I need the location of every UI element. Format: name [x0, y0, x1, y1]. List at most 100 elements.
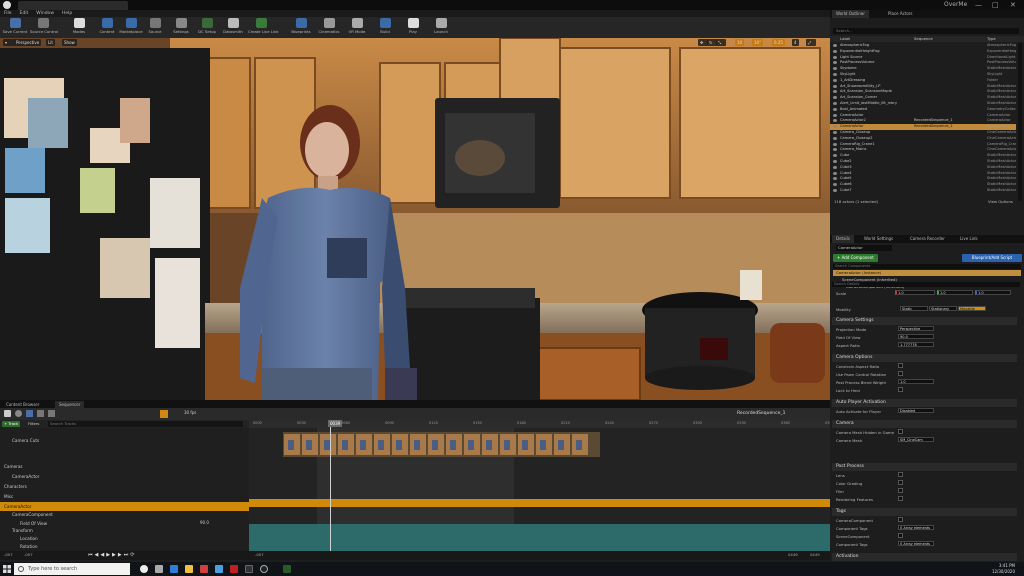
store-icon[interactable]	[215, 565, 223, 573]
maximize-button[interactable]: □	[992, 0, 999, 10]
view-start-frame[interactable]: -007	[4, 552, 13, 557]
tab-world-settings[interactable]: World Settings	[860, 235, 897, 243]
toolbar-button-gear[interactable]: Settings	[168, 18, 194, 37]
settings-icon[interactable]	[48, 410, 55, 417]
visibility-eye-icon[interactable]	[833, 113, 837, 117]
toolbar-button-play[interactable]: Play	[400, 18, 426, 37]
toolbar-button-source-control[interactable]: Source Control	[30, 18, 58, 37]
lit-button[interactable]: Lit	[46, 39, 55, 46]
add-component-button[interactable]: + Add Component	[833, 254, 878, 262]
outliner-row[interactable]: Art_ShowroomKitty_LP StaticMeshActor	[830, 84, 1016, 90]
playback-start-frame[interactable]: -007	[24, 552, 33, 557]
outliner-search-input[interactable]: Search...	[833, 28, 1019, 34]
timeline-start-frame[interactable]: -007	[255, 552, 264, 557]
close-button[interactable]: ✕	[1010, 0, 1016, 10]
toolbar-button-launch[interactable]: Launch	[428, 18, 454, 37]
toolbar-button-marketplace[interactable]: Marketplace	[118, 18, 144, 37]
visibility-eye-icon[interactable]	[833, 84, 837, 88]
details-section-header[interactable]: Post Process	[832, 463, 1017, 471]
component-root[interactable]: CameraActor (Instance)	[833, 270, 1021, 276]
render-movie-icon[interactable]	[26, 410, 33, 417]
property-value[interactable]: 0 Array elements	[898, 541, 934, 546]
search-tracks-input[interactable]: Search Tracks	[48, 421, 243, 427]
edge-icon[interactable]	[170, 565, 178, 573]
visibility-eye-icon[interactable]	[833, 61, 837, 65]
cortana-icon[interactable]	[140, 565, 148, 573]
outliner-scrollbar[interactable]	[1018, 43, 1022, 201]
view-options-button[interactable]: View Options	[988, 199, 1013, 204]
outliner-row[interactable]: 1_ArtDressing Folder	[830, 78, 1016, 84]
visibility-eye-icon[interactable]	[833, 96, 837, 100]
outliner-row[interactable]: ExponentialHeightFog ExponentialHeightFog	[830, 49, 1016, 55]
scale-y-field[interactable]: 1.0	[937, 290, 973, 295]
scale-icon[interactable]: ⤡	[716, 39, 726, 46]
property-checkbox[interactable]	[898, 363, 903, 368]
toolbar-button-content[interactable]: Content	[94, 18, 120, 37]
toolbar-button-cinematics[interactable]: Cinematics	[316, 18, 342, 37]
property-value[interactable]: 0 Array elements	[898, 525, 934, 530]
outliner-row[interactable]: Cube5 StaticMeshActor	[830, 176, 1016, 182]
property-value[interactable]: 1.777778	[898, 342, 934, 347]
visibility-eye-icon[interactable]	[833, 119, 837, 123]
chrome-icon[interactable]	[200, 565, 208, 573]
property-checkbox[interactable]	[898, 533, 903, 538]
property-checkbox[interactable]	[898, 472, 903, 477]
taskbar-search-input[interactable]: Type here to search	[14, 563, 130, 575]
visibility-eye-icon[interactable]	[833, 131, 837, 134]
scale-snap-value[interactable]: 0.25	[772, 39, 785, 46]
app-icon[interactable]	[245, 565, 253, 573]
outliner-row[interactable]: Cube StaticMeshActor	[830, 153, 1016, 159]
toolbar-button-live-link[interactable]: Create Live Link	[248, 18, 279, 37]
outliner-row[interactable]: Art_Scansion_ScansionMaple StaticMeshActo…	[830, 89, 1016, 95]
property-value[interactable]: 1.0	[898, 379, 934, 384]
mobility-static[interactable]: Static	[900, 306, 928, 311]
property-checkbox[interactable]	[898, 429, 903, 434]
fov-value[interactable]: 90.0	[200, 520, 209, 525]
column-type[interactable]: Type	[987, 36, 996, 42]
visibility-eye-icon[interactable]	[833, 142, 837, 146]
property-value[interactable]: 90.0	[898, 334, 934, 339]
visibility-eye-icon[interactable]	[833, 160, 837, 163]
outliner-row[interactable]: AtmosphericFog AtmosphericFog	[830, 43, 1016, 49]
visibility-eye-icon[interactable]	[833, 78, 837, 82]
toolbar-button-datasmith[interactable]: Datasmith	[220, 18, 246, 37]
maximize-viewport-icon[interactable]: ⤢	[806, 39, 816, 46]
camera-cut-icon[interactable]	[37, 410, 44, 417]
details-section-header[interactable]: Tags	[832, 508, 1017, 516]
toolbar-button-source[interactable]: Source	[142, 18, 168, 37]
visibility-eye-icon[interactable]	[833, 183, 837, 187]
column-label[interactable]: Label	[840, 36, 850, 42]
angle-snap-value[interactable]: 10°	[752, 39, 764, 46]
visibility-eye-icon[interactable]	[833, 73, 837, 76]
tab-sequencer[interactable]: Sequencer	[55, 401, 85, 408]
outliner-row[interactable]: CameraActor CameraActor	[830, 113, 1016, 119]
track-row[interactable]: Misc	[0, 492, 249, 501]
transform-section[interactable]	[249, 524, 830, 551]
visibility-eye-icon[interactable]	[833, 136, 837, 140]
search-details-input[interactable]: Search Details	[832, 282, 1020, 287]
transport-controls[interactable]: ⏮◀◀▶▶▶⏭⟳	[88, 552, 136, 558]
outliner-row[interactable]: Cube3 StaticMeshActor	[830, 165, 1016, 171]
minimize-button[interactable]: —	[975, 0, 982, 10]
perspective-button[interactable]: Perspective	[14, 39, 42, 46]
camera-actor-track-bar[interactable]	[249, 499, 830, 507]
outliner-row[interactable]: Light Source DirectionalLight	[830, 55, 1016, 61]
visibility-eye-icon[interactable]	[833, 49, 837, 53]
property-checkbox[interactable]	[898, 480, 903, 485]
add-track-button[interactable]: + Track	[2, 421, 21, 427]
toolbar-button-blueprints[interactable]: Blueprints	[288, 18, 314, 37]
menu-window[interactable]: Window	[36, 10, 54, 17]
visibility-eye-icon[interactable]	[833, 177, 837, 181]
visibility-eye-icon[interactable]	[833, 55, 837, 59]
outliner-row[interactable]: Art_Scansion_Corner StaticMeshActor	[830, 95, 1016, 101]
live-link-app-icon[interactable]	[283, 565, 291, 573]
unreal-engine-icon[interactable]	[260, 565, 268, 573]
outliner-row[interactable]: Skydome StaticMeshActor	[830, 66, 1016, 72]
fps-selector[interactable]: 30 fps	[184, 410, 196, 415]
visibility-eye-icon[interactable]	[833, 102, 837, 105]
tab-camera-recorder[interactable]: Camera Recorder	[906, 235, 949, 243]
tab-content-browser[interactable]: Content Browser	[2, 401, 43, 408]
outliner-row[interactable]: CameraActor RecordedSequence_1 CameraActor	[830, 124, 1016, 130]
playback-end-frame[interactable]: 0449	[788, 552, 798, 557]
outliner-row[interactable]: Cube2 StaticMeshActor	[830, 159, 1016, 165]
